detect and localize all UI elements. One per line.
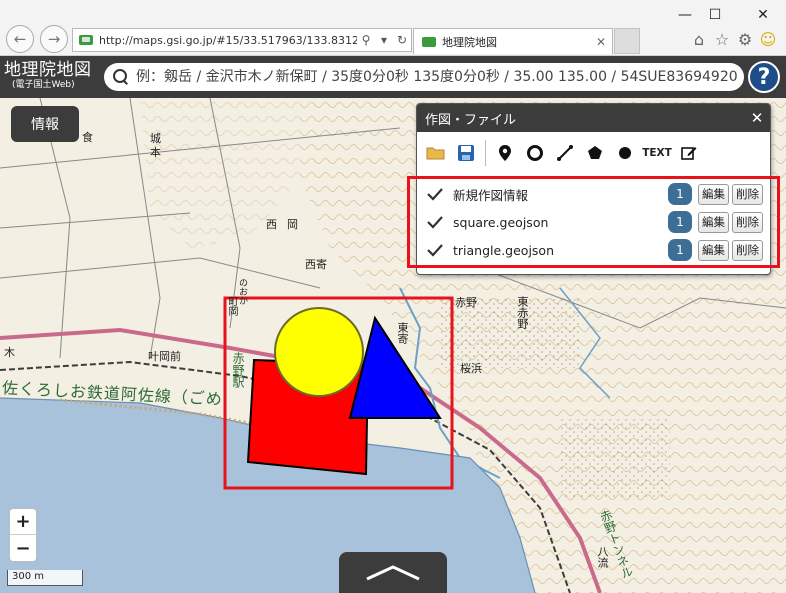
- toolbar-separator: [485, 140, 486, 166]
- place-label: 西寄: [305, 258, 327, 271]
- panel-header: 作図・ファイル ✕: [417, 104, 770, 132]
- maximize-button[interactable]: ☐: [700, 4, 730, 26]
- station-label: 赤野駅: [231, 352, 245, 388]
- place-label: 桜浜: [460, 362, 482, 375]
- window-close-button[interactable]: ✕: [748, 4, 778, 26]
- search-icon[interactable]: ⚲: [357, 33, 375, 47]
- url-text[interactable]: http://maps.gsi.go.jp/#15/33.517963/133.…: [99, 34, 357, 47]
- open-folder-button[interactable]: [421, 139, 451, 167]
- place-label: 本: [150, 146, 161, 159]
- draw-circle-button[interactable]: [520, 139, 550, 167]
- zoom-in-button[interactable]: +: [10, 509, 36, 535]
- home-icon[interactable]: ⌂: [688, 28, 710, 50]
- panel-title: 作図・ファイル: [425, 112, 517, 128]
- drawing-toolbar: TEXT: [421, 138, 766, 168]
- refresh-icon[interactable]: ↻: [393, 33, 411, 47]
- gsi-favicon-icon: [422, 36, 436, 47]
- layer-list-highlight: [407, 176, 780, 268]
- floppy-disk-icon: [458, 145, 474, 161]
- search-icon[interactable]: [112, 68, 130, 86]
- smiley-feedback-icon[interactable]: ☺: [757, 28, 779, 50]
- help-button[interactable]: ?: [748, 61, 780, 93]
- draw-line-button[interactable]: [550, 139, 580, 167]
- favorites-star-icon[interactable]: ☆: [711, 28, 733, 50]
- draw-polygon-button[interactable]: [580, 139, 610, 167]
- gsi-favicon-icon: [79, 35, 93, 45]
- place-label: 食: [82, 131, 93, 144]
- place-label: 町岡: [226, 296, 237, 316]
- tab-close-icon[interactable]: ✕: [596, 35, 606, 49]
- panel-close-button[interactable]: ✕: [744, 109, 770, 127]
- bottom-expand-tab[interactable]: [339, 552, 447, 593]
- dropdown-icon[interactable]: ▾: [375, 33, 393, 47]
- arrow-right-icon: →: [47, 30, 61, 48]
- save-button[interactable]: [451, 139, 481, 167]
- address-bar[interactable]: http://maps.gsi.go.jp/#15/33.517963/133.…: [72, 28, 412, 52]
- browser-tab[interactable]: 地理院地図 ✕: [413, 28, 613, 54]
- edit-pencil-icon: [681, 147, 697, 160]
- logo-subtitle: (電子国土Web): [12, 80, 75, 90]
- place-label: 東赤野: [516, 296, 529, 329]
- zoom-out-button[interactable]: −: [10, 535, 36, 561]
- folder-icon: [426, 147, 445, 160]
- tab-title: 地理院地図: [442, 35, 497, 49]
- browser-chrome: — ☐ ✕ ← → http://maps.gsi.go.jp/#15/33.5…: [0, 0, 786, 56]
- zoom-control: + −: [9, 508, 37, 562]
- site-logo[interactable]: 地理院地図 (電子国土Web): [4, 60, 92, 91]
- map-pin-icon: [499, 145, 511, 161]
- place-label: 叶岡前: [148, 350, 181, 363]
- minimize-button[interactable]: —: [670, 4, 700, 26]
- circle-outline-icon: [527, 145, 543, 161]
- add-marker-button[interactable]: [490, 139, 520, 167]
- place-label: 八流: [596, 546, 609, 568]
- place-label: 東寄: [396, 322, 409, 344]
- forward-button[interactable]: →: [40, 25, 68, 53]
- line-icon: [557, 145, 573, 161]
- pentagon-icon: [588, 146, 602, 159]
- place-label: 西岡: [266, 218, 308, 231]
- gsi-header: 地理院地図 (電子国土Web) ?: [0, 56, 786, 98]
- new-tab-button[interactable]: [614, 28, 640, 54]
- edit-note-button[interactable]: [674, 139, 704, 167]
- add-text-button[interactable]: TEXT: [640, 139, 674, 167]
- place-label: 木: [4, 346, 15, 359]
- draw-filled-circle-button[interactable]: [610, 139, 640, 167]
- search-input[interactable]: [136, 69, 744, 85]
- info-button[interactable]: 情報: [11, 106, 79, 142]
- settings-gear-icon[interactable]: ⚙: [734, 28, 756, 50]
- search-box[interactable]: [104, 63, 744, 91]
- logo-title: 地理院地図: [4, 60, 92, 80]
- scale-bar: 300 m: [7, 570, 83, 586]
- arrow-left-icon: ←: [13, 30, 27, 48]
- place-label: 赤野: [455, 296, 477, 309]
- chevron-up-icon: [366, 564, 420, 580]
- filled-circle-icon: [619, 147, 631, 159]
- back-button[interactable]: ←: [6, 25, 34, 53]
